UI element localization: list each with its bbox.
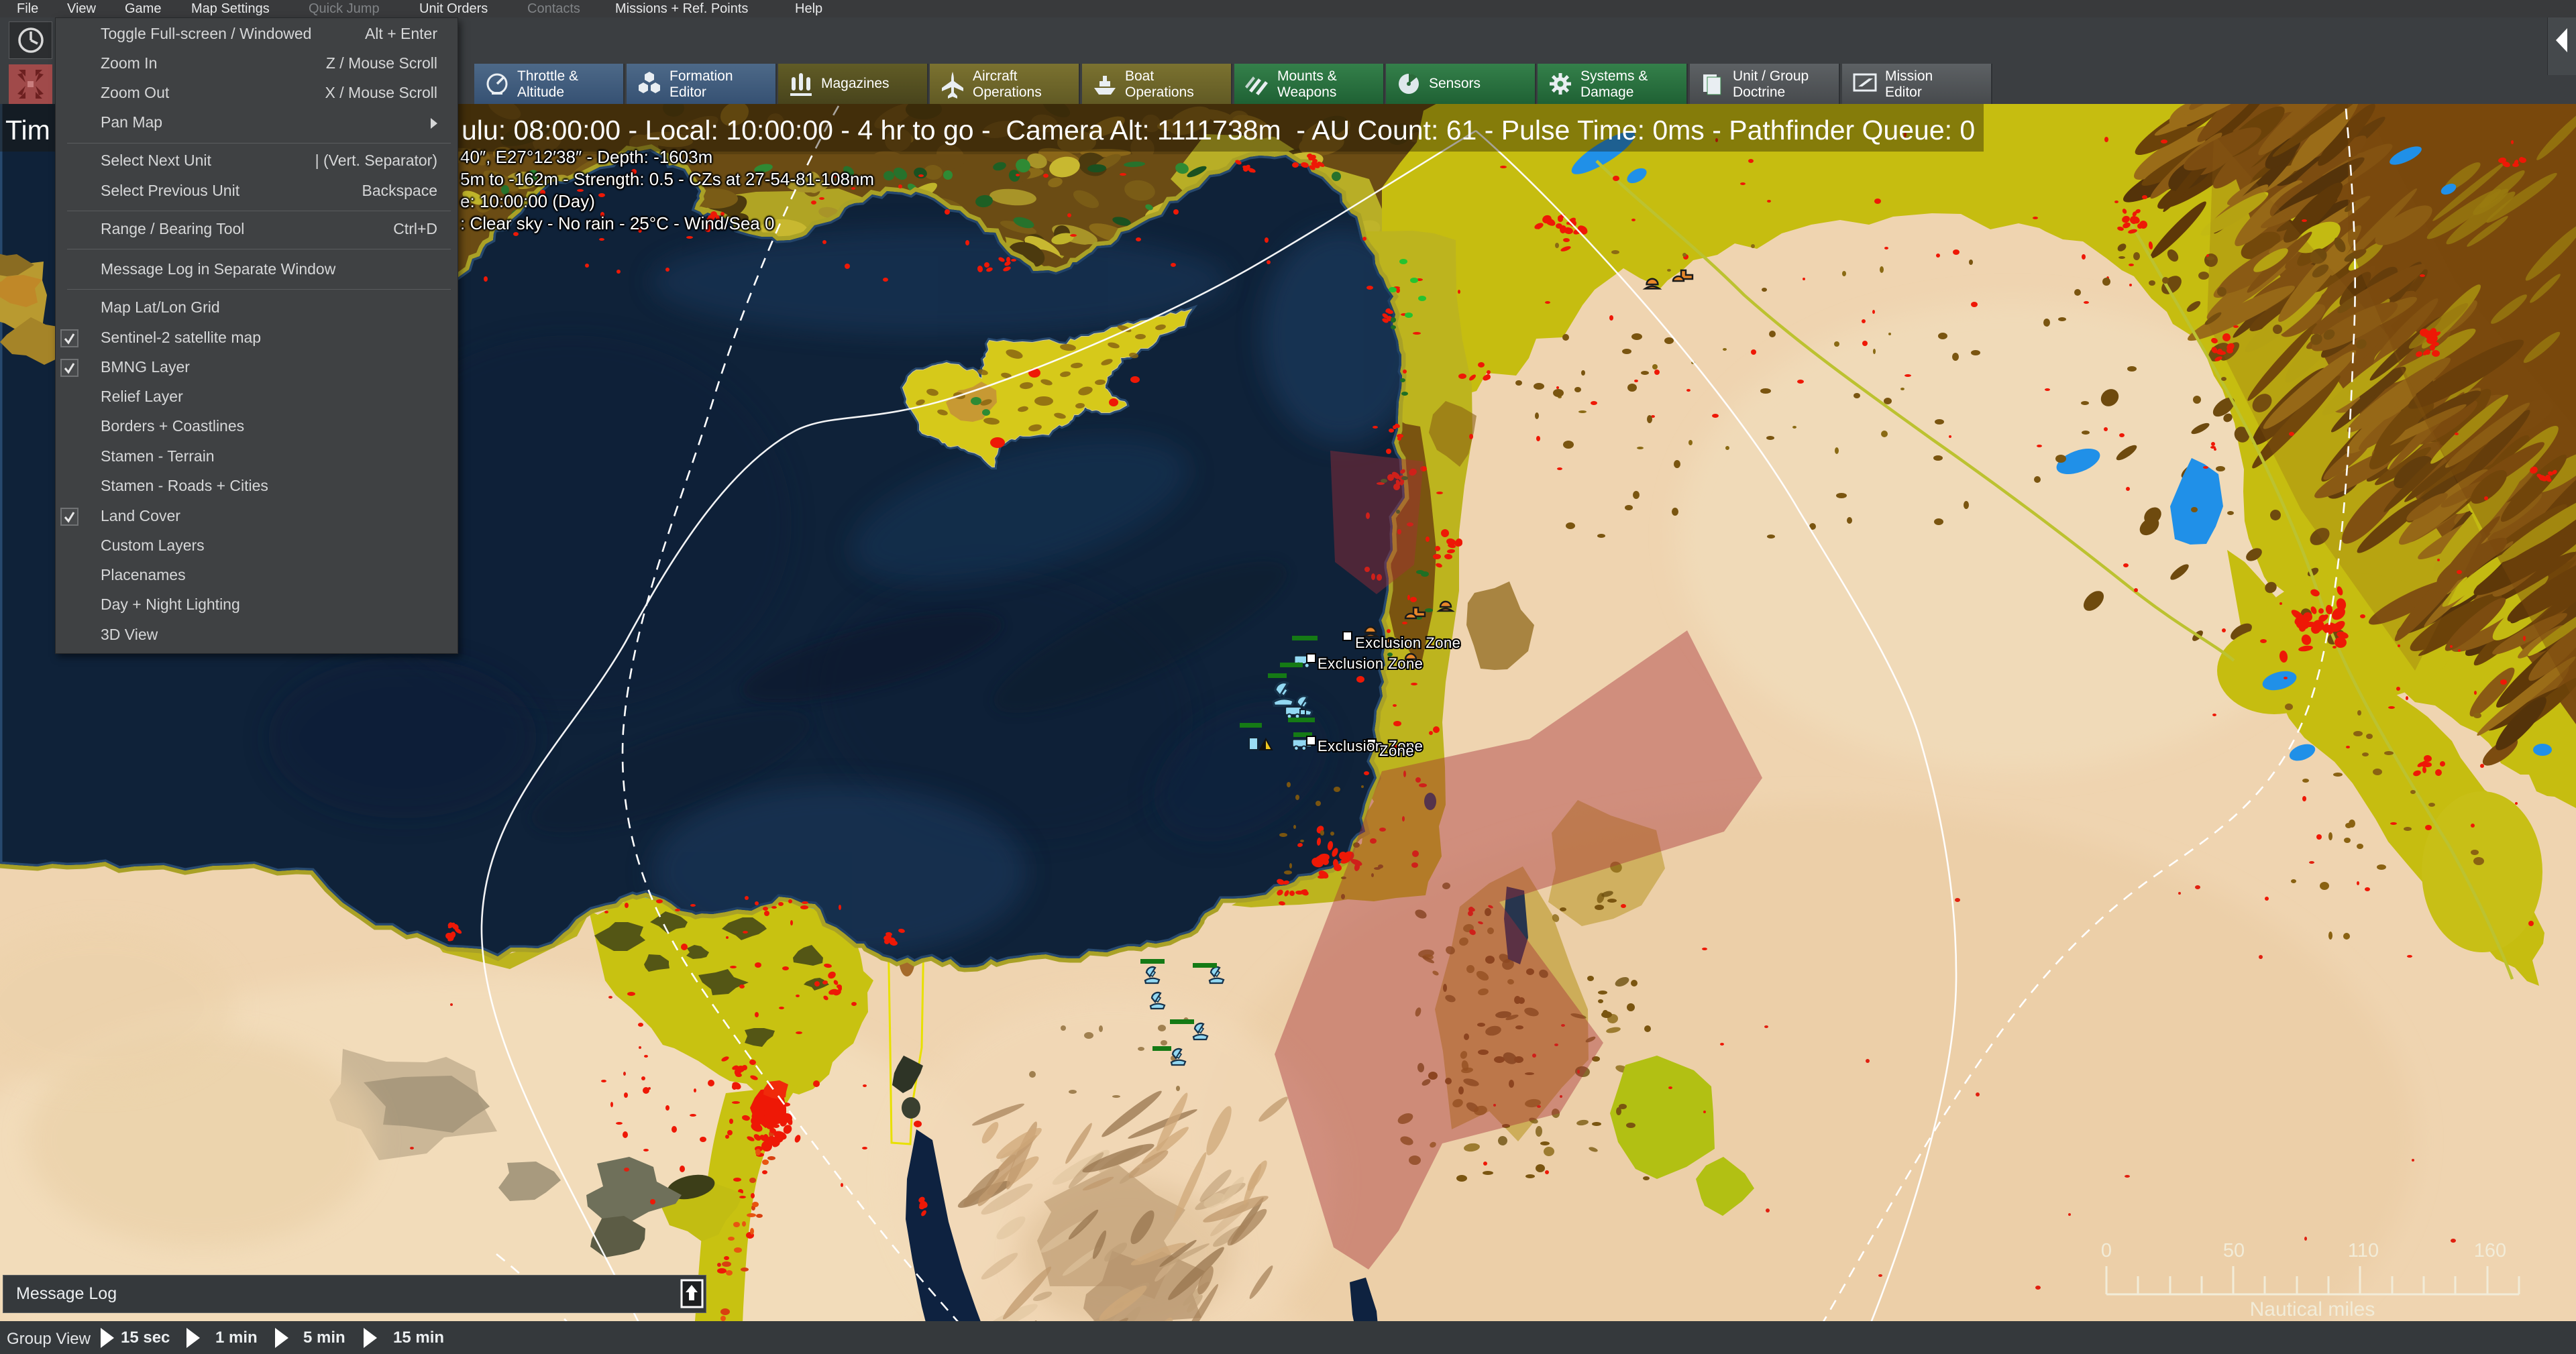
svg-text:50: 50: [2223, 1240, 2245, 1261]
svg-text:0: 0: [2101, 1240, 2112, 1261]
svg-text:Exclusion Zone: Exclusion Zone: [1355, 634, 1460, 651]
svg-text:Nautical miles: Nautical miles: [2250, 1298, 2375, 1320]
svg-text:160: 160: [2474, 1240, 2506, 1261]
svg-text:110: 110: [2348, 1240, 2379, 1261]
svg-text:Zone: Zone: [1379, 742, 1414, 759]
svg-text:Exclusion Zone: Exclusion Zone: [1318, 655, 1423, 672]
